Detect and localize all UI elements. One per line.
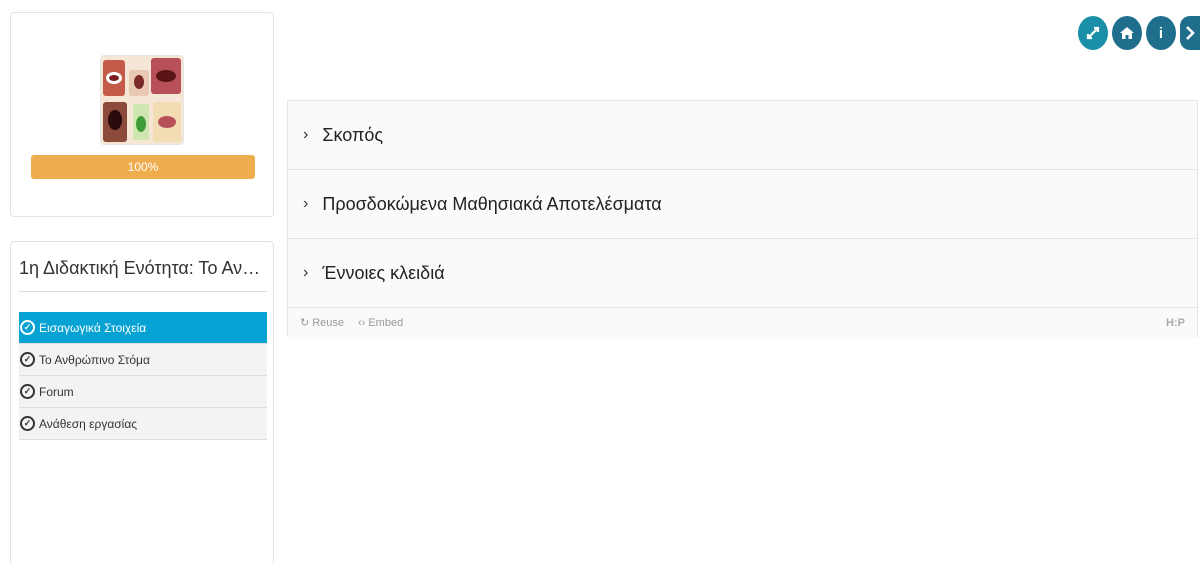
menu-item-human-mouth[interactable]: ✓ Το Ανθρώπινο Στόμα	[19, 344, 267, 376]
accordion-item-purpose[interactable]: › Σκοπός	[288, 101, 1197, 170]
home-icon[interactable]	[1112, 16, 1142, 50]
menu-item-label: Εισαγωγικά Στοιχεία	[39, 320, 147, 335]
check-circle-icon: ✓	[20, 384, 35, 399]
info-glyph: i	[1158, 24, 1164, 42]
code-icon: ‹›	[358, 316, 366, 329]
progress-bar: 100%	[31, 155, 255, 179]
menu-item-forum[interactable]: ✓ Forum	[19, 376, 267, 408]
check-circle-icon: ✓	[20, 320, 35, 335]
chevron-right-icon: ›	[303, 264, 309, 281]
accordion-item-label: Έννοιες κλειδιά	[322, 262, 445, 283]
course-card: 100%	[10, 12, 274, 217]
unit-title: 1η Διδακτική Ενότητα: Το Ανθρώπι...	[19, 258, 267, 292]
reuse-button[interactable]: ↻ Reuse	[300, 316, 345, 330]
chevron-right-icon: ›	[303, 126, 309, 143]
menu-item-intro[interactable]: ✓ Εισαγωγικά Στοιχεία	[19, 312, 267, 344]
content-accordion: › Σκοπός › Προσδοκώμενα Μαθησιακά Αποτελ…	[287, 100, 1198, 337]
info-icon[interactable]: i	[1146, 16, 1176, 50]
h5p-logo[interactable]: H:P	[1166, 317, 1185, 329]
check-circle-icon: ✓	[20, 352, 35, 367]
embed-button[interactable]: ‹› Embed	[358, 317, 403, 329]
course-thumbnail	[100, 55, 184, 145]
top-toolbar: i	[1078, 16, 1200, 50]
chevron-right-icon: ›	[303, 195, 309, 212]
reuse-label: Reuse	[312, 316, 345, 329]
accordion-item-learning-outcomes[interactable]: › Προσδοκώμενα Μαθησιακά Αποτελέσματα	[288, 170, 1197, 239]
menu-item-label: Forum	[39, 384, 74, 399]
expand-icon[interactable]	[1078, 16, 1108, 50]
menu-item-assignment[interactable]: ✓ Ανάθεση εργασίας	[19, 408, 267, 440]
check-circle-icon: ✓	[20, 416, 35, 431]
accordion-item-label: Σκοπός	[322, 124, 384, 145]
unit-card: 1η Διδακτική Ενότητα: Το Ανθρώπι... ✓ Ει…	[10, 241, 274, 563]
refresh-icon: ↻	[300, 317, 310, 329]
embed-label: Embed	[368, 316, 404, 329]
progress-label: 100%	[127, 160, 159, 174]
unit-menu: ✓ Εισαγωγικά Στοιχεία ✓ Το Ανθρώπινο Στό…	[19, 312, 267, 440]
menu-item-label: Ανάθεση εργασίας	[39, 416, 138, 431]
menu-item-label: Το Ανθρώπινο Στόμα	[39, 352, 150, 367]
h5p-footer: ↻ Reuse ‹› Embed H:P	[288, 308, 1197, 337]
accordion-item-key-concepts[interactable]: › Έννοιες κλειδιά	[288, 239, 1197, 308]
accordion-item-label: Προσδοκώμενα Μαθησιακά Αποτελέσματα	[322, 193, 662, 214]
chevron-right-icon[interactable]	[1180, 16, 1200, 50]
